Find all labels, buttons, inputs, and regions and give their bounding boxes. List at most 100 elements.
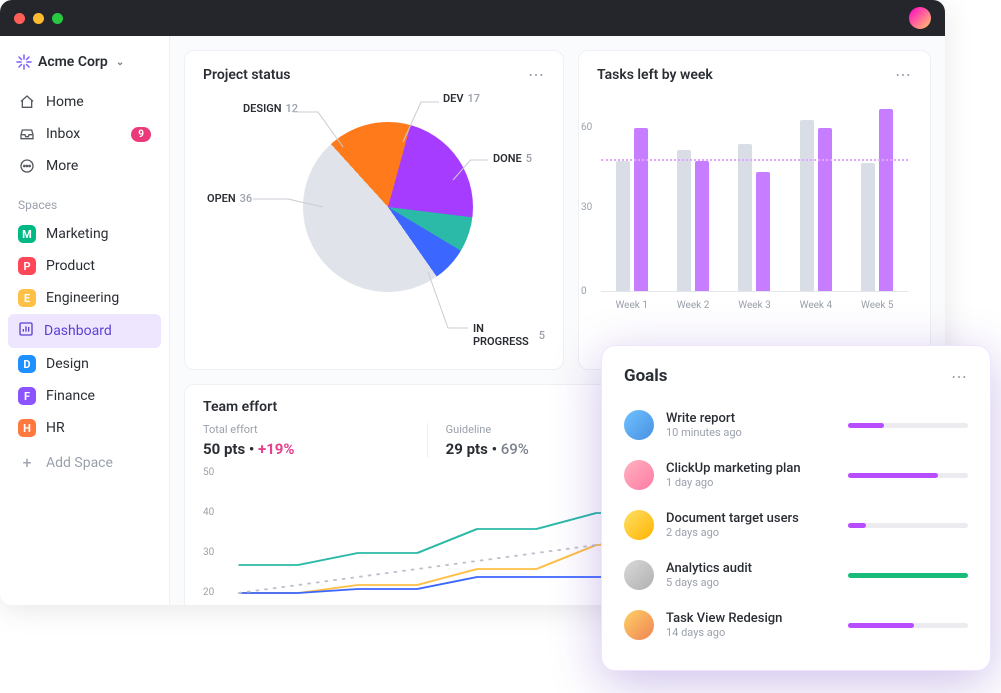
inbox-icon: [18, 125, 36, 143]
pie-label-dev: DEV 17: [443, 92, 480, 105]
pie-graphic: [303, 122, 473, 292]
tasks-left-menu-icon[interactable]: ⋯: [895, 65, 912, 84]
sidebar-item-product[interactable]: P Product: [8, 250, 161, 282]
user-avatar[interactable]: [909, 7, 931, 29]
goal-time: 2 days ago: [666, 526, 836, 539]
sidebar-item-label: Engineering: [46, 290, 119, 306]
nav-inbox[interactable]: Inbox 9: [8, 118, 161, 150]
goal-item[interactable]: Write report10 minutes ago: [624, 400, 968, 450]
goal-item[interactable]: ClickUp marketing plan1 day ago: [624, 450, 968, 500]
space-icon: D: [18, 355, 36, 373]
bar-group: [677, 150, 709, 291]
nav-more[interactable]: More: [8, 150, 161, 182]
tasks-left-title: Tasks left by week: [597, 67, 713, 83]
sidebar-item-label: Dashboard: [44, 323, 112, 339]
close-window-icon[interactable]: [14, 13, 25, 24]
goal-progress-fill: [848, 523, 866, 528]
x-label: Week 3: [738, 300, 771, 311]
bar: [800, 120, 814, 291]
sidebar-item-label: Marketing: [46, 226, 109, 242]
goal-item[interactable]: Task View Redesign14 days ago: [624, 600, 968, 650]
sidebar-item-design[interactable]: D Design: [8, 348, 161, 380]
pie-label-open: OPEN 36: [207, 192, 252, 205]
goal-progress-fill: [848, 573, 968, 578]
bar: [634, 128, 648, 291]
sidebar-item-marketing[interactable]: M Marketing: [8, 218, 161, 250]
nav-primary: Home Inbox 9 More: [8, 86, 161, 182]
goal-name: Document target users: [666, 511, 836, 526]
team-effort-title: Team effort: [203, 399, 277, 415]
reference-line: [601, 159, 908, 161]
stat-total-label: Total effort: [203, 423, 409, 436]
space-icon: M: [18, 225, 36, 243]
bar: [861, 163, 875, 291]
bar-groups: 0 30 60: [601, 102, 908, 292]
card-project-status: Project status ⋯ OPEN 36DESIGN 12DEV 17D…: [184, 50, 564, 370]
bar: [818, 128, 832, 291]
spaces-section-label: Spaces: [8, 182, 161, 218]
goal-progress-bar: [848, 473, 968, 478]
sidebar-item-hr[interactable]: HHR: [8, 412, 161, 444]
goal-time: 10 minutes ago: [666, 426, 836, 439]
titlebar: [0, 0, 945, 36]
goal-progress-bar: [848, 573, 968, 578]
sidebar-item-label: Finance: [46, 388, 95, 404]
dashboard-icon: [18, 321, 34, 341]
sidebar-item-dashboard[interactable]: Dashboard: [8, 314, 161, 348]
card-tasks-left: Tasks left by week ⋯ 0 30 60 Week 1 Week …: [578, 50, 931, 370]
goal-avatar: [624, 610, 654, 640]
goal-item[interactable]: Analytics audit5 days ago: [624, 550, 968, 600]
sidebar: Acme Corp ⌄ Home Inbox 9 More Spaces: [0, 36, 170, 605]
goal-time: 1 day ago: [666, 476, 836, 489]
inbox-badge: 9: [131, 127, 151, 142]
plus-icon: +: [18, 453, 36, 472]
org-switcher[interactable]: Acme Corp ⌄: [8, 48, 161, 76]
goal-progress-bar: [848, 623, 968, 628]
goal-item[interactable]: Document target users2 days ago: [624, 500, 968, 550]
x-label: Week 5: [861, 300, 894, 311]
project-status-menu-icon[interactable]: ⋯: [528, 65, 545, 84]
nav-home[interactable]: Home: [8, 86, 161, 118]
space-icon: E: [18, 289, 36, 307]
maximize-window-icon[interactable]: [52, 13, 63, 24]
pie-chart: OPEN 36DESIGN 12DEV 17DONE 5IN PROGRESS …: [203, 92, 545, 352]
goal-progress-fill: [848, 623, 914, 628]
x-label: Week 1: [615, 300, 648, 311]
bar: [756, 172, 770, 291]
goal-info: Write report10 minutes ago: [666, 411, 836, 439]
sidebar-item-label: HR: [46, 420, 65, 436]
bar: [738, 144, 752, 291]
goal-progress-bar: [848, 523, 968, 528]
card-goals: Goals ⋯ Write report10 minutes ago ClickU…: [601, 345, 991, 671]
sidebar-item-finance[interactable]: FFinance: [8, 380, 161, 412]
ytick: 40: [203, 507, 214, 518]
x-axis-labels: Week 1Week 2Week 3Week 4Week 5: [601, 300, 908, 311]
sidebar-item-label: Product: [46, 258, 95, 274]
goal-name: Write report: [666, 411, 836, 426]
goals-title: Goals: [624, 366, 668, 386]
minimize-window-icon[interactable]: [33, 13, 44, 24]
goal-progress-fill: [848, 423, 884, 428]
goal-progress-bar: [848, 423, 968, 428]
x-label: Week 4: [800, 300, 833, 311]
goal-progress-fill: [848, 473, 938, 478]
org-logo-icon: [16, 54, 32, 70]
add-space-button[interactable]: + Add Space: [8, 444, 161, 481]
chevron-down-icon: ⌄: [116, 57, 124, 68]
goal-info: Task View Redesign14 days ago: [666, 611, 836, 639]
goal-avatar: [624, 410, 654, 440]
goal-info: Document target users2 days ago: [666, 511, 836, 539]
goal-avatar: [624, 460, 654, 490]
more-icon: [18, 157, 36, 175]
sidebar-item-label: Design: [46, 356, 89, 372]
sidebar-item-engineering[interactable]: E Engineering: [8, 282, 161, 314]
stat-total-delta: +19%: [258, 440, 294, 458]
goal-time: 5 days ago: [666, 576, 836, 589]
ytick: 20: [203, 587, 214, 598]
space-icon: P: [18, 257, 36, 275]
window-controls: [14, 13, 63, 24]
ytick: 50: [203, 467, 214, 478]
goals-menu-icon[interactable]: ⋯: [951, 367, 968, 386]
goal-info: Analytics audit5 days ago: [666, 561, 836, 589]
add-space-label: Add Space: [46, 455, 113, 471]
